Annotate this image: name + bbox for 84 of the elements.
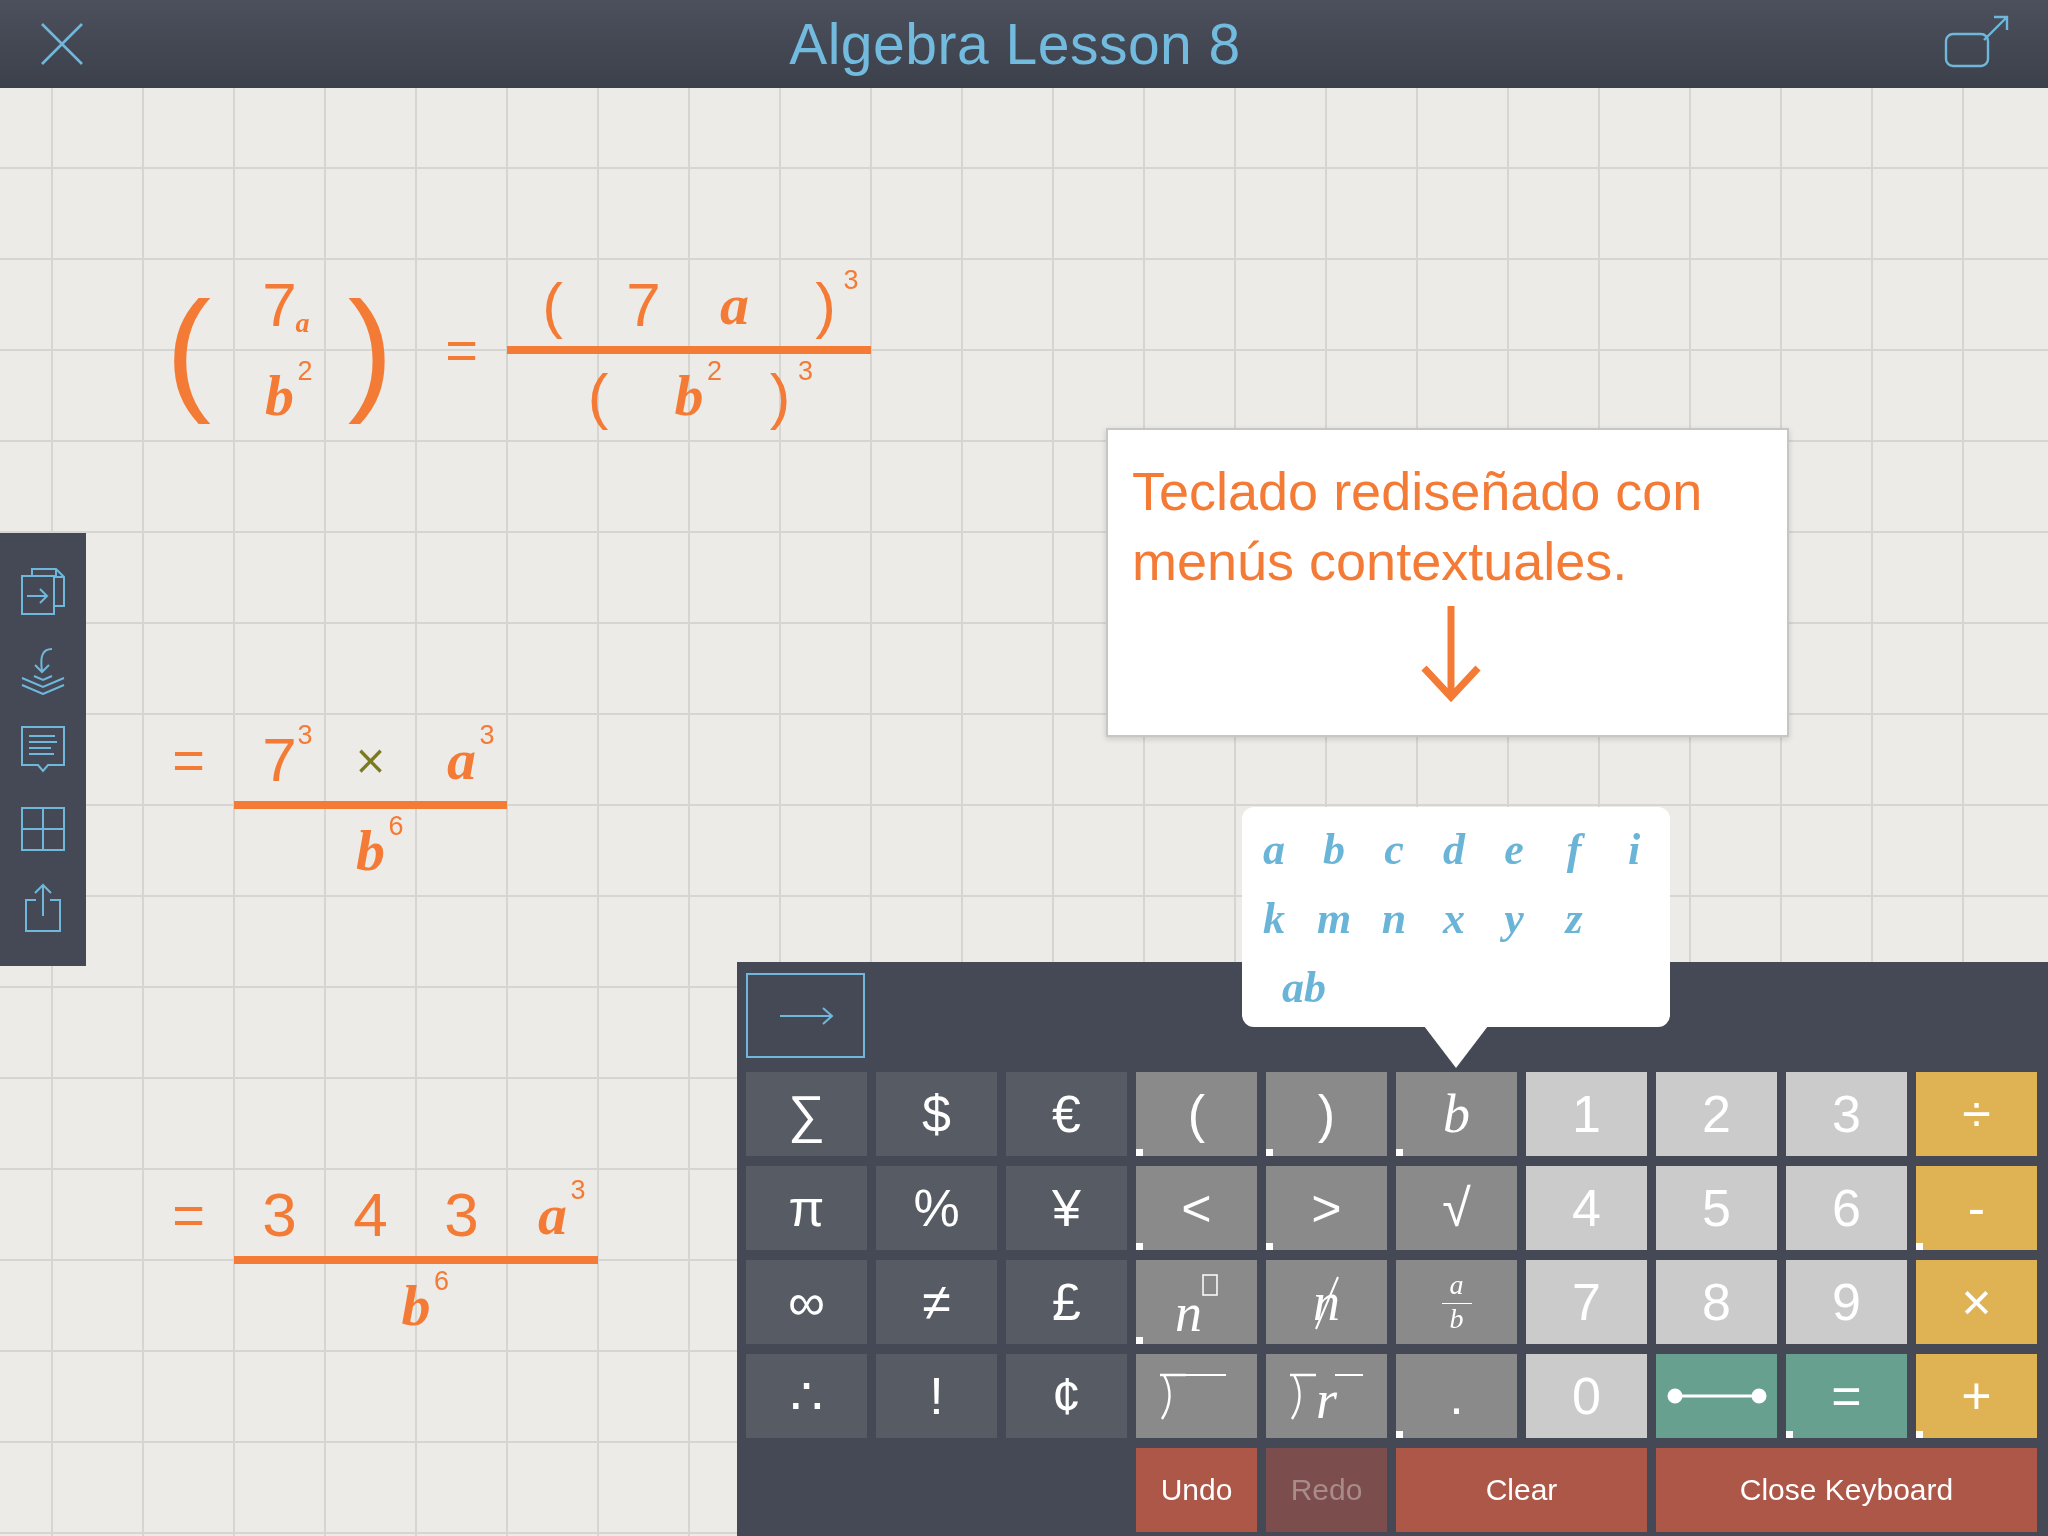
keyboard-key[interactable]: √ xyxy=(1396,1166,1517,1250)
letter-option[interactable]: d xyxy=(1424,815,1484,884)
long-division-key[interactable] xyxy=(1136,1354,1257,1438)
math-number: 7 xyxy=(626,273,661,336)
parenthesis: ( xyxy=(165,272,212,428)
equals-sign: = xyxy=(172,731,205,788)
subscript: a xyxy=(295,309,310,337)
exponent-key[interactable]: n xyxy=(1136,1260,1257,1344)
window-title: Algebra Lesson 8 xyxy=(789,11,1241,77)
keyboard-key[interactable]: € xyxy=(1006,1072,1127,1156)
keyboard-key[interactable]: × xyxy=(1916,1260,2037,1344)
segment-icon xyxy=(1666,1386,1767,1406)
math-variable: b xyxy=(674,366,704,425)
segment-key[interactable] xyxy=(1656,1354,1777,1438)
keyboard-key[interactable]: ≠ xyxy=(876,1260,997,1344)
keyboard-key[interactable]: = xyxy=(1786,1354,1907,1438)
math-number: 7 xyxy=(262,728,297,791)
letter-option[interactable]: n xyxy=(1364,884,1424,953)
fraction-key[interactable]: a b xyxy=(1396,1260,1517,1344)
action-button[interactable]: Clear xyxy=(1396,1448,1647,1532)
keyboard-key[interactable]: ) xyxy=(1266,1072,1387,1156)
keyboard-key[interactable]: $ xyxy=(876,1072,997,1156)
arrow-button[interactable] xyxy=(746,973,865,1058)
letter-option[interactable]: b xyxy=(1304,815,1364,884)
keyboard-key[interactable]: ∑ xyxy=(746,1072,867,1156)
exponent: 3 xyxy=(798,358,814,385)
math-number: 4 xyxy=(353,1183,388,1246)
math-variable: a xyxy=(447,730,476,789)
math-number: 3 xyxy=(262,1183,297,1246)
exponent: 3 xyxy=(297,722,313,749)
keyboard-key[interactable]: ∴ xyxy=(746,1354,867,1438)
math-number: 3 xyxy=(444,1183,479,1246)
letter-option[interactable]: c xyxy=(1364,815,1424,884)
action-button[interactable]: Undo xyxy=(1136,1448,1257,1532)
letter-option[interactable]: y xyxy=(1484,884,1544,953)
keyboard-key[interactable]: % xyxy=(876,1166,997,1250)
keyboard-key[interactable]: £ xyxy=(1006,1260,1127,1344)
exponent: 6 xyxy=(434,1268,450,1295)
letter-option[interactable]: m xyxy=(1304,884,1364,953)
keyboard-key[interactable]: ∞ xyxy=(746,1260,867,1344)
math-variable: b xyxy=(265,366,294,425)
keyboard-key[interactable]: > xyxy=(1266,1166,1387,1250)
keyboard-key[interactable]: ! xyxy=(876,1354,997,1438)
keyboard-key[interactable]: + xyxy=(1916,1354,2037,1438)
keyboard-key[interactable]: ÷ xyxy=(1916,1072,2037,1156)
action-button[interactable]: Close Keyboard xyxy=(1656,1448,2037,1532)
math-variable: a xyxy=(720,275,749,334)
letter-option[interactable]: k xyxy=(1244,884,1304,953)
exponent: 3 xyxy=(570,1177,586,1204)
letter-option[interactable]: ab xyxy=(1244,953,1364,1022)
times-sign: × xyxy=(353,739,388,780)
keyboard-key[interactable]: ¥ xyxy=(1006,1166,1127,1250)
parenthesis: ) xyxy=(347,272,394,428)
keyboard-key[interactable]: . xyxy=(1396,1354,1517,1438)
letter-option[interactable]: z xyxy=(1544,884,1604,953)
exponent: 2 xyxy=(297,358,313,385)
keyboard-key[interactable]: ¢ xyxy=(1006,1354,1127,1438)
placeholder-box-icon xyxy=(1202,1274,1218,1296)
letter-option[interactable]: a xyxy=(1244,815,1304,884)
exponent: 2 xyxy=(707,358,723,385)
note-icon[interactable] xyxy=(18,724,68,775)
equals-sign: = xyxy=(172,1186,205,1243)
equals-sign: = xyxy=(445,322,478,378)
letter-option[interactable]: e xyxy=(1484,815,1544,884)
exponent: 3 xyxy=(843,267,859,294)
variable-key[interactable]: b xyxy=(1396,1072,1517,1156)
callout-text: Teclado rediseñado con menús contextuales. xyxy=(1132,460,1704,593)
math-number: 7 xyxy=(262,273,297,336)
keyboard-key[interactable]: < xyxy=(1136,1166,1257,1250)
long-division-key[interactable]: r xyxy=(1266,1354,1387,1438)
math-variable: b xyxy=(401,1276,431,1335)
letter-option[interactable]: x xyxy=(1424,884,1484,953)
exponent: 3 xyxy=(479,722,495,749)
keyboard-key[interactable]: π xyxy=(746,1166,867,1250)
letter-option[interactable]: f xyxy=(1544,815,1604,884)
math-variable: b xyxy=(356,821,385,880)
letter-option[interactable]: i xyxy=(1604,815,1664,884)
exponent: 6 xyxy=(388,813,404,840)
keyboard-key[interactable]: - xyxy=(1916,1166,2037,1250)
arrow-icon xyxy=(777,1005,834,1026)
math-variable: a xyxy=(538,1185,567,1244)
document-arrow-icon[interactable] xyxy=(18,565,68,616)
expand-icon[interactable] xyxy=(1944,14,2010,68)
keyboard-key[interactable]: ( xyxy=(1136,1072,1257,1156)
